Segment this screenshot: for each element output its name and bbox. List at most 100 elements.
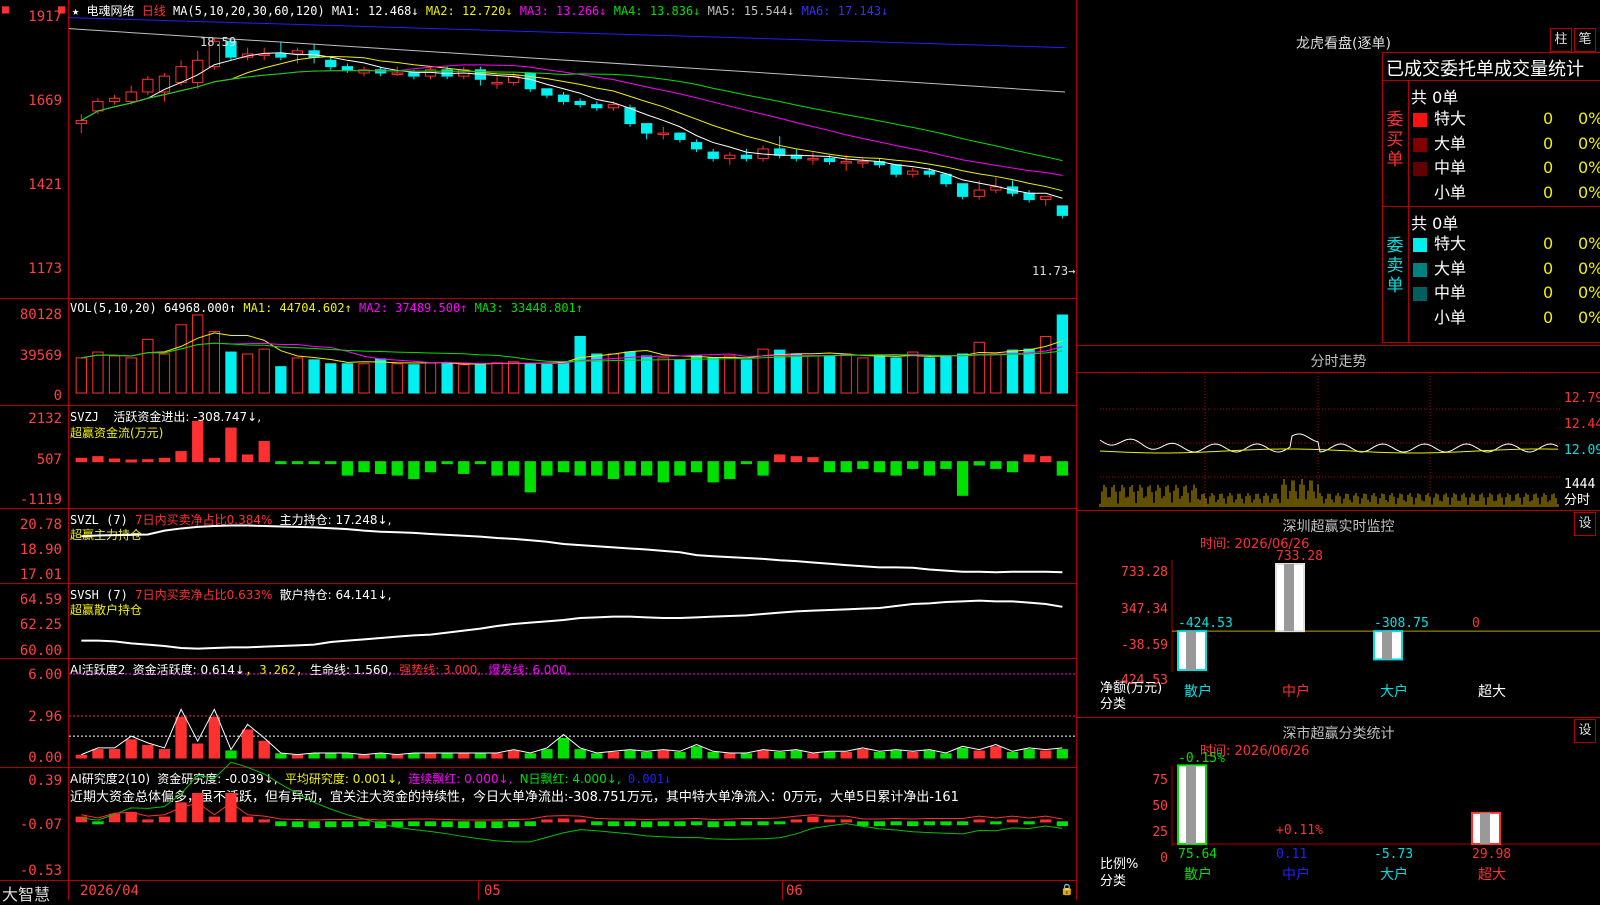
svzl-axis-label: 17.01: [19, 567, 62, 583]
indicator-bar: [657, 461, 669, 483]
sell-side-label: 委卖单: [1386, 236, 1404, 296]
indicator-bar: [940, 461, 952, 469]
indicator-bar: [474, 821, 487, 829]
indicator-bar: [241, 729, 254, 759]
indicator-bar: [374, 461, 387, 474]
indicator-bar: [740, 821, 753, 826]
vol-ma3: MA3: 33448.801↑: [474, 301, 584, 315]
candle-body: [142, 78, 154, 93]
indicator-bar: [1040, 819, 1052, 823]
order-swatch: [1413, 311, 1427, 326]
indicator-bar: [125, 811, 137, 823]
indicator-bar: [790, 750, 802, 759]
candle-body: [108, 97, 121, 102]
indicator-bar: [1056, 749, 1069, 759]
indicator-bar: [940, 821, 952, 826]
bar-mode-button[interactable]: 柱: [1550, 28, 1572, 52]
indicator-bar: [507, 461, 520, 476]
indicator-bar: [241, 353, 254, 394]
svzj-axis-label: 2132: [28, 411, 62, 427]
candle-body: [275, 53, 287, 58]
indicator-bar: [624, 351, 636, 394]
monitor-settings-button[interactable]: 设: [1574, 512, 1596, 536]
monitor-axis-label: 347.34: [1121, 602, 1168, 617]
indicator-bar: [574, 749, 586, 759]
indicator-bar: [541, 461, 553, 476]
indicator-bar: [724, 821, 736, 827]
lock-icon[interactable]: 🔒: [1060, 884, 1074, 895]
price-axis-label: 1173: [28, 261, 62, 277]
ai2-axis-label: -0.53: [19, 863, 62, 879]
order-count: 0: [1543, 158, 1554, 177]
indicator-bar: [707, 461, 719, 483]
order-percent: 0%: [1578, 283, 1600, 302]
indicator-bar: [541, 819, 553, 823]
order-type-label: 中单: [1434, 158, 1467, 177]
indicator-bar: [75, 816, 87, 823]
indicator-bar: [840, 751, 852, 759]
indicator-bar: [325, 821, 337, 828]
indicator-bar: [956, 747, 969, 759]
indicator-bar: [491, 461, 503, 476]
candlestick-chart[interactable]: [68, 16, 1075, 296]
indicator-bar: [241, 454, 254, 463]
classify-value-label: 29.98: [1472, 847, 1511, 862]
indicator-bar: [591, 753, 603, 759]
indicator-bar: [75, 754, 87, 759]
indicator-bar: [92, 821, 104, 825]
indicator-bar: [424, 461, 437, 473]
classify-axis-label: 50: [1152, 799, 1168, 814]
monitor-category-label: 分类: [1100, 697, 1127, 712]
indicator-bar: [1023, 749, 1035, 759]
classify-bar-chart[interactable]: -0.15% 75.64 散户 +0.11% 0.11 中户 -5.73 大户 29.98 超大: [1170, 751, 1600, 900]
order-type-label: 小单: [1434, 307, 1467, 327]
indicator-bar: [873, 751, 886, 759]
divider-svsh: [0, 658, 1076, 659]
intraday-title: 分时走势: [1310, 354, 1367, 370]
indicator-bar: [308, 753, 320, 759]
indicator-bar: [474, 363, 487, 394]
activity-line: [81, 708, 1063, 756]
candle-body: [774, 148, 786, 156]
intraday-chart[interactable]: [1099, 372, 1562, 507]
indicator-bar: [275, 753, 287, 759]
indicator-bar: [641, 461, 653, 476]
indicator-bar: [823, 751, 836, 759]
monitor-bar-shade: [1382, 631, 1392, 660]
classify-change-label: -0.15%: [1178, 751, 1225, 766]
indicator-bar: [458, 461, 470, 474]
indicator-bar: [125, 739, 137, 759]
indicator-bar: [807, 457, 819, 463]
svzl-axis-label: 18.90: [19, 542, 62, 558]
svzl-line-chart[interactable]: [69, 524, 1075, 576]
indicator-bar: [158, 353, 171, 394]
indicator-bar: [956, 461, 969, 496]
ai2-bar-chart[interactable]: [69, 761, 1075, 878]
lhk-title: 龙虎看盘(逐单): [1296, 36, 1391, 52]
indicator-bar: [873, 461, 886, 473]
price-axis-label: 1669: [28, 93, 62, 109]
order-count: 0: [1543, 182, 1554, 202]
high-price-label: 18.59: [200, 35, 237, 49]
svzj-bar-chart[interactable]: [69, 418, 1075, 506]
indicator-bar: [607, 353, 620, 394]
indicator-bar: [258, 348, 270, 394]
indicator-bar: [1040, 456, 1052, 463]
monitor-bar-chart[interactable]: -424.53 散户 733.28 中户 -308.75 大户 0 超大: [1170, 549, 1600, 720]
indicator-bar: [125, 357, 137, 394]
divider-main: [0, 298, 1076, 299]
indicator-bar: [208, 457, 220, 463]
indicator-bar: [990, 353, 1002, 394]
tick-mode-button[interactable]: 笔: [1574, 28, 1596, 52]
ai1-bar-chart[interactable]: [69, 673, 1075, 762]
stats-tabs[interactable]: 已成交委托单成交量统计: [1386, 55, 1600, 81]
indicator-bar: [325, 753, 337, 759]
indicator-bar: [208, 331, 220, 394]
classify-settings-button[interactable]: 设: [1574, 719, 1596, 743]
svsh-line-chart[interactable]: [69, 598, 1075, 652]
indicator-bar: [225, 427, 237, 463]
order-swatch: [1413, 287, 1427, 301]
monitor-title: 深圳超赢实时监控: [1282, 519, 1395, 535]
indicator-bar: [142, 744, 154, 759]
volume-chart[interactable]: [69, 314, 1075, 397]
